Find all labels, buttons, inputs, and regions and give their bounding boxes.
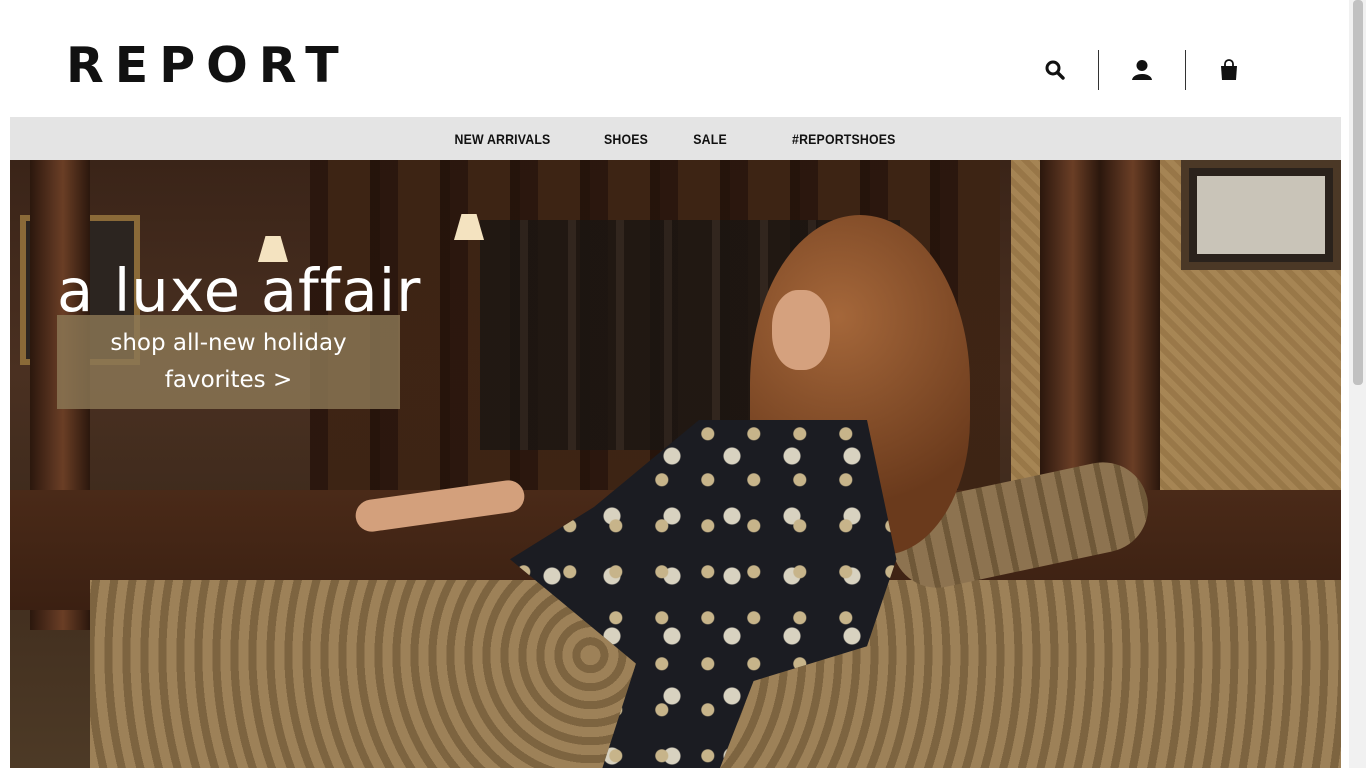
page-scrollbar[interactable] xyxy=(1349,0,1366,768)
nav-item-reportshoes[interactable]: #REPORTSHOES xyxy=(792,131,895,147)
scrollbar-thumb[interactable] xyxy=(1353,0,1363,385)
search-icon xyxy=(1045,60,1065,80)
hero-image-picture-frame xyxy=(1181,160,1341,270)
header-divider xyxy=(1185,50,1186,90)
nav-item-new-arrivals[interactable]: NEW ARRIVALS xyxy=(455,131,551,147)
cart-button[interactable] xyxy=(1207,50,1251,90)
search-button[interactable] xyxy=(1033,50,1077,90)
header-icons xyxy=(1033,50,1251,90)
hero-banner[interactable] xyxy=(10,160,1341,768)
shop-holiday-cta-button[interactable]: shop all-new holiday favorites > xyxy=(57,315,400,409)
brand-logo[interactable]: REPORT xyxy=(66,38,350,94)
header-divider xyxy=(1098,50,1099,90)
nav-item-sale[interactable]: SALE xyxy=(693,131,727,147)
cta-label: shop all-new holiday favorites > xyxy=(110,330,347,393)
main-nav: NEW ARRIVALS SHOES SALE #REPORTSHOES xyxy=(10,117,1341,160)
account-button[interactable] xyxy=(1120,50,1164,90)
nav-item-shoes[interactable]: SHOES xyxy=(604,131,648,147)
site-header: REPORT xyxy=(10,0,1341,117)
account-icon xyxy=(1132,60,1152,80)
cart-icon xyxy=(1221,59,1237,80)
